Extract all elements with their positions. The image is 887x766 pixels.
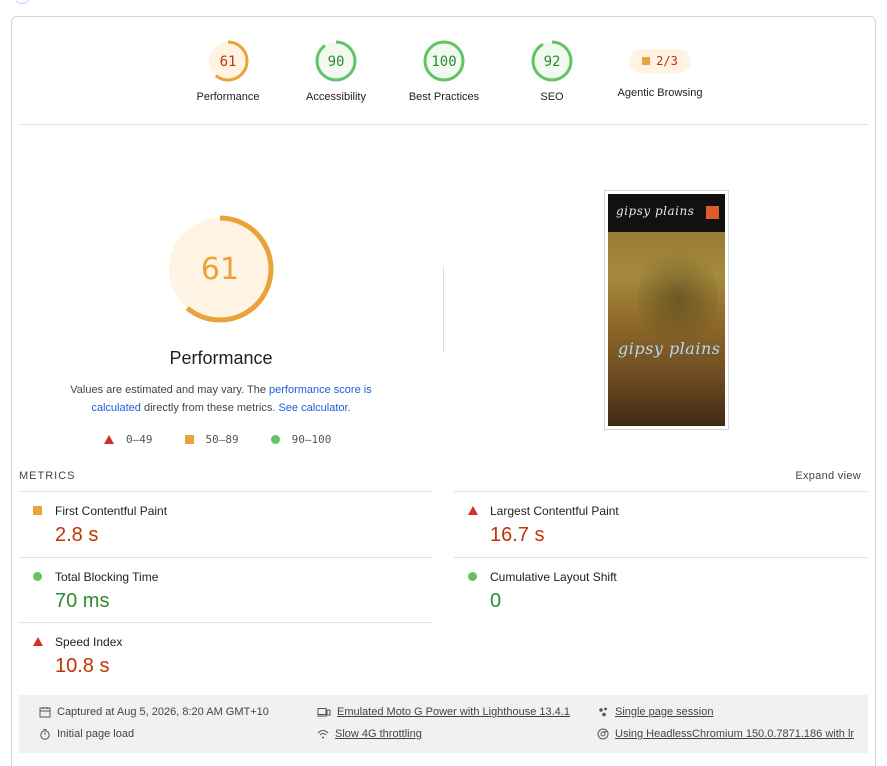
gauge-label: Accessibility — [306, 91, 366, 103]
devices-icon — [317, 708, 331, 717]
footer-text: Using HeadlessChromium 150.0.7871.186 wi… — [615, 728, 855, 740]
menu-icon — [706, 206, 719, 219]
desc-text: directly from these metrics. — [140, 402, 279, 414]
legend-text: 90–100 — [291, 433, 332, 446]
see-calculator-link[interactable]: See calculator. — [278, 402, 350, 414]
vertical-divider — [443, 267, 444, 353]
footer-text: Initial page load — [57, 728, 135, 740]
initial-page-load: Initial page load — [39, 728, 134, 740]
good-circle-icon — [468, 572, 477, 581]
score-legend: 0–49 50–89 90–100 — [104, 433, 331, 446]
gauge-score: 92 — [544, 54, 561, 70]
agentic-badge: 2/3 — [629, 49, 691, 73]
good-circle-icon — [33, 572, 42, 581]
gauge-score: 90 — [328, 54, 345, 70]
legend-good: 90–100 — [270, 433, 332, 446]
single-page-session[interactable]: Single page session — [597, 706, 713, 718]
gauge-label: SEO — [540, 91, 564, 103]
footer-text: Captured at Aug 5, 2026, 8:20 AM GMT+10 — [57, 706, 269, 718]
divider — [19, 124, 868, 125]
expand-view-toggle[interactable]: Expand view — [795, 470, 861, 482]
gauge-ring: 92 — [531, 40, 573, 82]
lighthouse-report: 61 Performance 90 Accessibility 100 Best… — [11, 16, 876, 766]
gauge-agentic-browsing[interactable]: 2/3 Agentic Browsing — [610, 39, 710, 99]
stopwatch-icon — [40, 729, 50, 740]
legend-average: 50–89 — [184, 433, 239, 446]
tree-shape — [638, 244, 718, 354]
legend-poor: 0–49 — [104, 433, 153, 446]
gauge-label: Best Practices — [408, 91, 480, 103]
gauge-score: 61 — [220, 54, 237, 70]
gauge-ring: 100 — [423, 40, 465, 82]
metric-name: Speed Index — [55, 635, 123, 649]
people-icon — [599, 707, 607, 717]
average-square-icon — [184, 435, 194, 444]
runtime-settings: Captured at Aug 5, 2026, 8:20 AM GMT+10 … — [19, 695, 868, 753]
browser-info[interactable]: Using HeadlessChromium 150.0.7871.186 wi… — [597, 728, 854, 740]
gauge-label: Performance — [196, 91, 260, 103]
category-gauges: 61 Performance 90 Accessibility 100 Best… — [12, 17, 875, 125]
footer-text: Slow 4G throttling — [335, 728, 422, 740]
metrics-heading: METRICS — [19, 470, 76, 482]
metric-name: Cumulative Layout Shift — [490, 570, 617, 584]
average-square-icon — [33, 506, 42, 515]
poor-triangle-icon — [33, 637, 43, 646]
average-square-icon — [642, 57, 651, 65]
metric-value: 16.7 s — [490, 524, 545, 546]
final-screenshot[interactable]: gipsy plains gipsy plains — [604, 190, 729, 430]
legend-text: 0–49 — [126, 433, 153, 446]
wifi-icon — [317, 730, 329, 739]
legend-text: 50–89 — [205, 433, 239, 446]
gauge-seo[interactable]: 92 SEO — [502, 39, 602, 103]
performance-description: Values are estimated and may vary. The p… — [57, 381, 385, 417]
good-circle-icon — [270, 435, 280, 444]
performance-gauge-large: 61 — [165, 214, 275, 329]
site-logo-small: gipsy plains — [616, 204, 695, 218]
metric-value: 10.8 s — [55, 655, 110, 677]
footer-text: Emulated Moto G Power with Lighthouse 13… — [337, 706, 570, 718]
screenshot-image: gipsy plains gipsy plains — [608, 194, 725, 426]
gauge-performance[interactable]: 61 Performance — [178, 39, 278, 103]
footer-text: Single page session — [615, 706, 714, 718]
desc-text: Values are estimated and may vary. The — [70, 384, 269, 396]
metric-speed-index: Speed Index 10.8 s — [19, 622, 432, 688]
gauge-ring: 90 — [315, 40, 357, 82]
chrome-icon — [597, 728, 609, 740]
gauge-accessibility[interactable]: 90 Accessibility — [286, 39, 386, 103]
poor-triangle-icon — [468, 506, 478, 515]
gauge-best-practices[interactable]: 100 Best Practices — [394, 39, 494, 103]
site-logo-large: gipsy plains — [618, 339, 721, 358]
metric-largest-contentful-paint: Largest Contentful Paint 16.7 s — [454, 491, 867, 557]
performance-score: 61 — [201, 252, 239, 287]
metric-name: Total Blocking Time — [55, 570, 159, 584]
performance-title: Performance — [169, 348, 273, 368]
top-edge-decoration — [14, 0, 30, 4]
network-throttling[interactable]: Slow 4G throttling — [317, 728, 422, 740]
metric-first-contentful-paint: First Contentful Paint 2.8 s — [19, 491, 432, 557]
metric-cumulative-layout-shift: Cumulative Layout Shift 0 — [454, 557, 867, 623]
agentic-score: 2/3 — [656, 54, 678, 68]
captured-at: Captured at Aug 5, 2026, 8:20 AM GMT+10 — [39, 706, 269, 718]
gauge-label: Agentic Browsing — [617, 87, 703, 99]
calendar-icon — [39, 707, 51, 718]
gauge-score: 100 — [431, 54, 456, 70]
poor-triangle-icon — [104, 435, 114, 444]
metric-value: 70 ms — [55, 590, 110, 612]
metric-name: First Contentful Paint — [55, 504, 168, 518]
metric-name: Largest Contentful Paint — [490, 504, 619, 518]
metric-value: 0 — [490, 590, 502, 612]
gauge-ring: 61 — [207, 40, 249, 82]
metric-total-blocking-time: Total Blocking Time 70 ms — [19, 557, 432, 623]
emulated-device[interactable]: Emulated Moto G Power with Lighthouse 13… — [317, 706, 570, 718]
metric-value: 2.8 s — [55, 524, 99, 546]
